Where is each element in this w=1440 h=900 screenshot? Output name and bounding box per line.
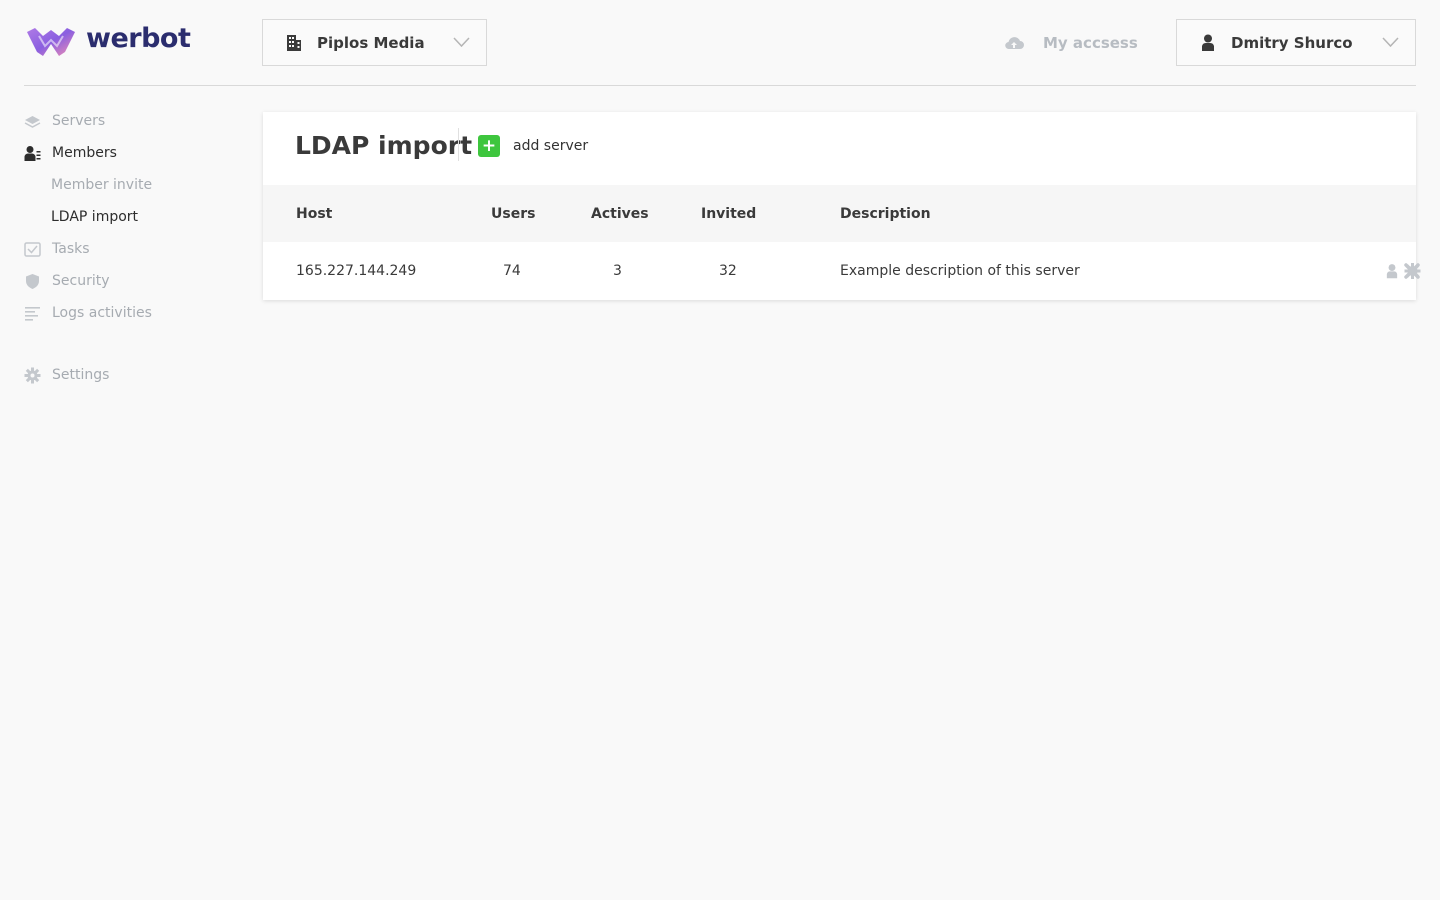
user-name: Dmitry Shurco (1231, 33, 1353, 52)
gear-icon (24, 367, 41, 384)
my-access-link[interactable]: My accsess (1003, 34, 1138, 52)
logs-icon (24, 305, 41, 322)
members-icon (24, 145, 41, 162)
header-divider (24, 85, 1416, 86)
column-actives: Actives (591, 205, 649, 222)
sidebar-subitem-member-invite[interactable]: Member invite (24, 174, 244, 196)
column-invited: Invited (701, 205, 757, 222)
sidebar-item-label: Security (52, 273, 110, 289)
organization-select[interactable]: Piplos Media (262, 19, 487, 66)
sidebar-item-settings[interactable]: Settings (24, 364, 244, 386)
sidebar: Servers Members Member invite LDAP impor… (24, 110, 244, 396)
column-users: Users (491, 205, 536, 222)
sidebar-item-label: Tasks (52, 241, 90, 257)
column-description: Description (840, 205, 931, 222)
sidebar-item-label: Member invite (51, 177, 153, 193)
sidebar-item-label: Members (52, 145, 117, 161)
table-header: Host Users Actives Invited Description (263, 185, 1416, 242)
close-icon[interactable] (1404, 263, 1420, 279)
brand-logo[interactable]: werbot (25, 23, 191, 58)
user-icon (1202, 34, 1214, 51)
shield-icon (24, 273, 41, 290)
page-title: LDAP import (295, 131, 473, 160)
tasks-icon (24, 241, 41, 258)
layers-icon (24, 113, 41, 130)
cell-users: 74 (503, 263, 521, 279)
sidebar-item-label: Settings (52, 367, 110, 383)
ldap-import-card: LDAP import + add server Host Users Acti… (263, 112, 1421, 300)
cell-actives: 3 (613, 263, 622, 279)
sidebar-item-label: Logs activities (52, 305, 152, 321)
my-access-label: My accsess (1043, 34, 1138, 52)
sidebar-item-servers[interactable]: Servers (24, 110, 244, 132)
column-host: Host (296, 205, 333, 222)
organization-name: Piplos Media (317, 33, 425, 52)
sidebar-item-label: LDAP import (51, 209, 139, 225)
sidebar-item-members[interactable]: Members (24, 142, 244, 164)
cloud-upload-icon (1005, 37, 1024, 50)
cell-description: Example description of this server (840, 263, 1080, 279)
title-divider (458, 128, 459, 161)
plus-icon: + (478, 135, 500, 157)
sidebar-item-security[interactable]: Security (24, 270, 244, 292)
user-icon[interactable] (1386, 263, 1398, 279)
building-icon (287, 34, 301, 51)
sidebar-item-logs-activities[interactable]: Logs activities (24, 302, 244, 324)
chevron-down-icon (453, 37, 470, 48)
cell-invited: 32 (719, 263, 737, 279)
add-server-button[interactable]: + add server (478, 135, 588, 157)
cell-host: 165.227.144.249 (296, 263, 417, 279)
werbot-logo-icon (27, 28, 75, 56)
table-row: 165.227.144.249 74 3 32 Example descript… (263, 242, 1421, 300)
sidebar-item-label: Servers (52, 113, 106, 129)
sidebar-subitem-ldap-import[interactable]: LDAP import (24, 206, 244, 228)
user-menu-select[interactable]: Dmitry Shurco (1176, 19, 1416, 66)
brand-name: werbot (86, 23, 191, 54)
chevron-down-icon (1382, 37, 1399, 48)
sidebar-item-tasks[interactable]: Tasks (24, 238, 244, 260)
add-server-label: add server (513, 138, 589, 154)
